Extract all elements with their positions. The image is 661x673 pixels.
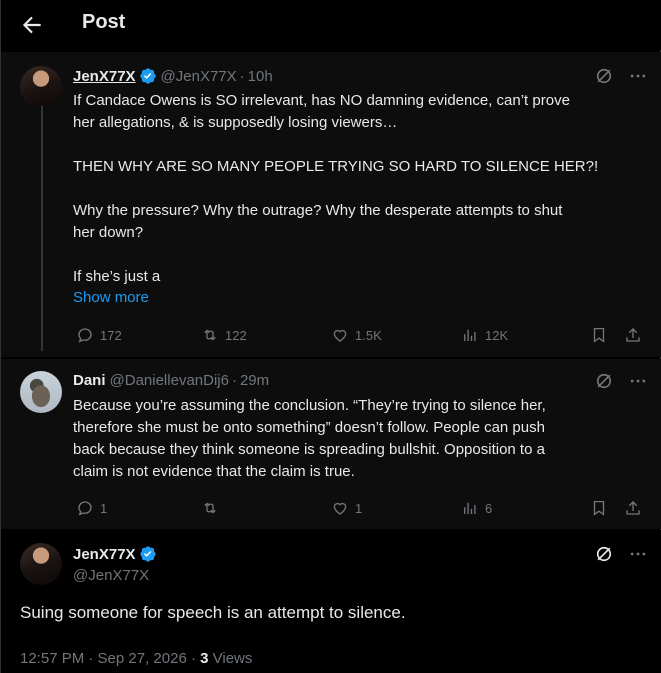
main-post-text: Suing someone for speech is an attempt t…: [20, 603, 406, 622]
tweet-jenx77x-original[interactable]: JenX77X @JenX77X · 10h If Candace Owens …: [1, 52, 661, 357]
tweet-line: claim is not evidence that the claim is …: [73, 463, 355, 480]
tweet-dani-reply[interactable]: Dani @DaniellevanDij6 · 29m Because you’…: [1, 359, 661, 529]
post-time[interactable]: 29m: [240, 372, 269, 389]
back-button[interactable]: [19, 12, 45, 38]
tweet-line: [73, 244, 598, 266]
author-name[interactable]: Dani: [73, 372, 106, 389]
reply-count: 1: [100, 500, 108, 516]
views-count: 12K: [485, 327, 509, 343]
tweet-line: therefore she must be onto something” do…: [73, 419, 545, 436]
repost-button[interactable]: 122: [201, 323, 247, 347]
author-handle[interactable]: @DaniellevanDij6: [110, 372, 229, 389]
tweet-action-bar: 172 122 1.5K 12K: [73, 323, 643, 347]
bookmark-icon: [593, 500, 605, 516]
post-timestamp[interactable]: 12:57 PM · Sep 27, 2026 ·: [20, 650, 200, 667]
tweet-line: Because you’re assuming the conclusion. …: [73, 397, 546, 414]
app-frame: Post JenX77X @JenX77X · 10h If Candace O…: [0, 0, 661, 673]
tweet-top-actions: [594, 66, 648, 86]
views-label: Views: [208, 650, 253, 667]
reply-count: 172: [100, 327, 122, 343]
tweet-line: back because they think someone is sprea…: [73, 441, 545, 458]
heart-icon: [333, 502, 347, 515]
tweet-line: If Candace Owens is SO irrelevant, has N…: [73, 92, 570, 109]
author-name[interactable]: JenX77X: [73, 546, 136, 563]
avatar[interactable]: [20, 543, 62, 585]
grok-icon[interactable]: [594, 66, 614, 86]
repost-icon: [204, 502, 216, 514]
reply-button[interactable]: 172: [76, 323, 122, 347]
share-button[interactable]: [624, 496, 642, 520]
tweet-line: her allegations, & is supposedly losing …: [73, 114, 398, 131]
share-button[interactable]: [624, 323, 642, 347]
reply-button[interactable]: 1: [76, 496, 107, 520]
views-count: 6: [485, 500, 493, 516]
tweet-action-bar: 1 1 6: [73, 496, 643, 520]
like-count: 1: [355, 500, 363, 516]
post-time[interactable]: 10h: [248, 68, 273, 85]
more-options-icon[interactable]: [628, 66, 648, 86]
tweet-line: Why the pressure? Why the outrage? Why t…: [73, 202, 563, 219]
grok-icon[interactable]: [594, 544, 614, 564]
back-arrow-icon: [22, 16, 41, 34]
author-handle[interactable]: @JenX77X: [73, 567, 149, 584]
tweet-body: If Candace Owens is SO irrelevant, has N…: [73, 90, 598, 288]
avatar[interactable]: [20, 371, 62, 413]
separator-dot: ·: [239, 67, 245, 85]
bookmark-button[interactable]: [590, 496, 608, 520]
more-options-icon[interactable]: [628, 371, 648, 391]
page-title: Post: [82, 11, 126, 33]
avatar[interactable]: [20, 66, 62, 108]
verified-badge-icon: [139, 68, 156, 84]
author-handle[interactable]: @JenX77X: [161, 68, 237, 85]
tweet-line: [73, 134, 598, 156]
share-icon: [626, 328, 640, 342]
reply-icon: [78, 328, 92, 343]
more-options-icon[interactable]: [628, 544, 648, 564]
like-button[interactable]: 1.5K: [331, 323, 382, 347]
repost-icon: [204, 329, 216, 341]
page-header: Post: [1, 0, 661, 50]
tweet-main-post: JenX77X @JenX77X Suing someone for speec…: [1, 530, 661, 673]
reply-icon: [78, 501, 92, 516]
tweet-line: If she’s just a: [73, 268, 161, 285]
verified-badge-icon: [139, 546, 156, 562]
tweet-top-actions: [594, 371, 648, 391]
tweet-author-row: Dani @DaniellevanDij6 · 29m: [73, 372, 269, 389]
repost-button[interactable]: [201, 496, 219, 520]
heart-icon: [333, 329, 347, 342]
repost-count: 122: [225, 327, 247, 343]
tweet-author-row: JenX77X @JenX77X · 10h: [73, 67, 273, 85]
views-bar-chart-icon: [464, 329, 476, 341]
handle-row: @JenX77X: [73, 567, 149, 584]
views-button[interactable]: 12K: [461, 323, 508, 347]
share-icon: [626, 501, 640, 515]
bookmark-button[interactable]: [590, 323, 608, 347]
like-count: 1.5K: [355, 327, 382, 343]
views-bar-chart-icon: [464, 502, 476, 514]
views-button[interactable]: 6: [461, 496, 492, 520]
post-meta: 12:57 PM · Sep 27, 2026 · 3 Views: [20, 650, 252, 667]
grok-icon[interactable]: [594, 371, 614, 391]
tweet-line: [73, 178, 598, 200]
like-button[interactable]: 1: [331, 496, 362, 520]
separator-dot: ·: [231, 372, 237, 389]
tweet-top-actions: [594, 544, 648, 564]
tweet-line: THEN WHY ARE SO MANY PEOPLE TRYING SO HA…: [73, 158, 599, 175]
tweet-author-row: JenX77X: [73, 545, 157, 563]
tweet-body: Because you’re assuming the conclusion. …: [73, 395, 546, 483]
show-more-link[interactable]: Show more: [73, 289, 149, 306]
bookmark-icon: [593, 327, 605, 343]
thread-line: [41, 106, 43, 351]
author-name[interactable]: JenX77X: [73, 68, 136, 85]
tweet-line: her down?: [73, 224, 144, 241]
